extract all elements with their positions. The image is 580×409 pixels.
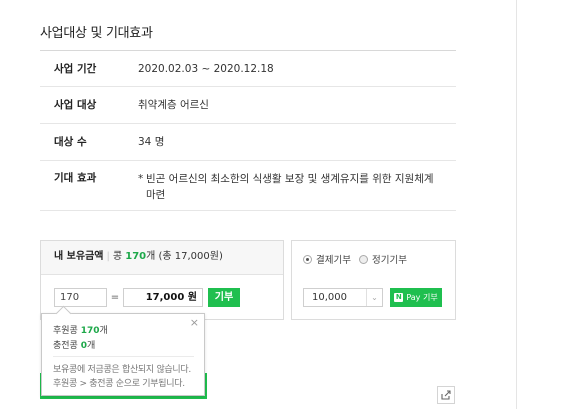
share-icon: [441, 390, 451, 400]
donated-bean-label: 후원콩: [53, 326, 78, 336]
period-value: 2020.02.03 ~ 2020.12.18: [138, 63, 274, 75]
tooltip-divider: [53, 356, 194, 357]
share-button[interactable]: [437, 386, 455, 404]
target-value: 취약계층 어르신: [138, 99, 209, 111]
radio-regular-donation[interactable]: 정기기부: [358, 252, 407, 266]
info-row-target: 사업 대상 취약계층 어르신: [40, 87, 456, 124]
radio-payment-donation-label: 결제기부: [316, 255, 351, 266]
count-label: 대상 수: [54, 136, 87, 148]
bean-prefix: 콩: [112, 251, 123, 262]
section-title: 사업대상 및 기대효과: [40, 26, 153, 41]
bean-input-row: 170 = 17,000 원 기부: [54, 288, 240, 307]
header-separator: |: [106, 251, 110, 262]
donated-bean-unit: 개: [99, 326, 108, 336]
donated-bean-line: 후원콩 170개: [53, 323, 108, 336]
equals-sign: =: [110, 292, 120, 303]
effect-label: 기대 효과: [54, 172, 97, 184]
info-row-period: 사업 기간 2020.02.03 ~ 2020.12.18: [40, 51, 456, 87]
count-value: 34 명: [138, 136, 165, 148]
naver-pay-donate-button[interactable]: N Pay 기부: [390, 288, 442, 307]
bean-suffix: 개 (총 17,000원): [146, 251, 223, 262]
effect-value: 빈곤 어르신의 최소한의 식생활 보장 및 생계유지를 위한 지원체계 마련: [146, 173, 434, 201]
close-icon[interactable]: ×: [190, 317, 199, 328]
bean-info-tooltip: × 후원콩 170개 충전콩 0개 보유콩에 저금콩은 합산되지 않습니다. 후…: [41, 313, 205, 396]
pay-button-label: Pay 기부: [406, 293, 438, 302]
radio-payment-donation[interactable]: 결제기부: [303, 252, 351, 266]
radio-regular-donation-label: 정기기부: [371, 255, 407, 266]
radio-icon: [303, 254, 312, 264]
target-label: 사업 대상: [54, 99, 97, 111]
bean-count: 170: [125, 251, 147, 262]
bean-count-input[interactable]: 170: [54, 288, 107, 307]
period-label: 사업 기간: [54, 63, 97, 75]
bean-amount-field: 17,000 원: [123, 288, 203, 307]
charged-bean-line: 충전콩 0개: [53, 338, 95, 351]
info-row-count: 대상 수 34 명: [40, 124, 456, 161]
chevron-down-icon: ⌄: [366, 289, 382, 306]
tooltip-note-1: 보유콩에 저금콩은 합산되지 않습니다.: [53, 365, 191, 375]
right-rail-divider: [516, 0, 517, 409]
donated-bean-count: 170: [80, 326, 100, 336]
charged-bean-label: 충전콩: [53, 341, 78, 351]
tooltip-note-2: 후원콩 > 충전콩 순으로 기부됩니다.: [53, 379, 185, 389]
amount-select[interactable]: 10,000 ⌄: [303, 288, 383, 307]
info-table: 사업 기간 2020.02.03 ~ 2020.12.18 사업 대상 취약계층…: [40, 50, 456, 211]
radio-icon: [358, 254, 368, 264]
info-row-effect: 기대 효과 * 빈곤 어르신의 최소한의 식생활 보장 및 생계유지를 위한 지…: [40, 161, 456, 211]
bean-header-label: 내 보유금액: [54, 251, 104, 262]
effect-value-wrap: * 빈곤 어르신의 최소한의 식생활 보장 및 생계유지를 위한 지원체계 마련: [138, 161, 456, 210]
bean-header: 내 보유금액 | 콩 170개 (총 17,000원): [41, 241, 283, 275]
amount-select-value: 10,000: [312, 292, 347, 303]
charged-bean-unit: 개: [86, 341, 96, 351]
naver-pay-logo-icon: N: [394, 293, 404, 302]
payment-type-radios: 결제기부 정기기부: [303, 252, 415, 266]
effect-bullet: *: [138, 173, 144, 185]
bean-give-button[interactable]: 기부: [208, 288, 240, 307]
bean-donation-box: 내 보유금액 | 콩 170개 (총 17,000원) 170 = 17,000 원…: [40, 240, 284, 320]
payment-donation-box: 결제기부 정기기부 10,000 ⌄ N Pay 기부: [291, 240, 456, 320]
